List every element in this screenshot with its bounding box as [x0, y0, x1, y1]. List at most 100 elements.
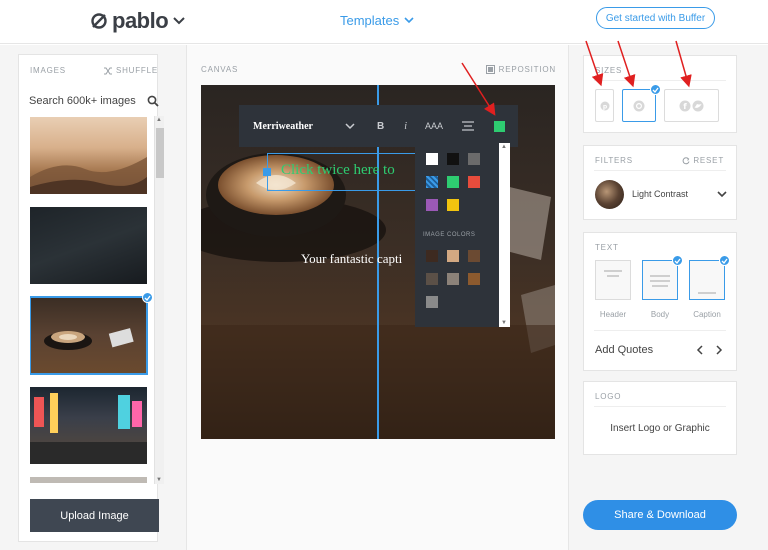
image-thumbnail-selected[interactable]	[30, 292, 152, 375]
svg-text:p: p	[603, 104, 608, 111]
size-pinterest-button[interactable]: p	[595, 89, 614, 122]
image-color-swatch[interactable]	[468, 273, 480, 285]
text-caption-card[interactable]	[689, 255, 730, 300]
text-body-label: Body	[650, 310, 670, 319]
color-palette-dropdown: IMAGE COLORS ▲ ▼	[415, 143, 510, 327]
facebook-twitter-icon: f	[679, 100, 704, 112]
color-swatch-green[interactable]	[447, 176, 459, 188]
resize-handle[interactable]	[263, 168, 271, 176]
color-swatch-gray[interactable]	[468, 153, 480, 165]
text-size-button[interactable]: AAA	[425, 121, 443, 131]
color-swatch-purple[interactable]	[426, 199, 438, 211]
scroll-up-icon[interactable]: ▲	[501, 144, 507, 150]
filter-name: Light Contrast	[632, 189, 689, 199]
settings-panel: SIZES p f FILTERS RESET Light Contrast T…	[583, 45, 738, 550]
selected-check-icon	[650, 84, 661, 95]
sizes-title: SIZES	[595, 66, 623, 75]
add-quotes-button[interactable]: Add Quotes	[595, 344, 653, 356]
divider	[594, 330, 726, 331]
share-download-button[interactable]: Share & Download	[583, 500, 737, 530]
city-thumbnail-art	[30, 393, 147, 464]
headline-text[interactable]: Click twice here to	[281, 162, 395, 179]
size-instagram-button[interactable]	[622, 84, 661, 122]
scrollbar-thumb[interactable]	[156, 128, 164, 178]
svg-text:f: f	[683, 102, 687, 111]
get-started-buffer-button[interactable]: Get started with Buffer	[596, 7, 715, 29]
text-color-swatch[interactable]	[494, 120, 506, 132]
text-header-label: Header	[599, 310, 627, 319]
image-thumbnail[interactable]	[30, 387, 147, 464]
templates-label: Templates	[340, 13, 400, 28]
pablo-logo-icon	[91, 13, 107, 29]
chevron-right-icon[interactable]	[715, 345, 723, 355]
shuffle-button[interactable]: SHUFFLE	[103, 66, 158, 75]
search-input[interactable]: Search 600k+ images	[29, 91, 159, 111]
templates-menu[interactable]: Templates	[340, 13, 414, 28]
divider	[594, 406, 726, 407]
filter-selector[interactable]: Light Contrast	[595, 179, 727, 209]
canvas-title: CANVAS	[201, 65, 239, 74]
reposition-button[interactable]: REPOSITION	[485, 65, 556, 74]
filters-card: FILTERS RESET Light Contrast	[583, 145, 737, 220]
thumbnail-scrollbar[interactable]: ▲ ▼	[154, 116, 164, 484]
search-placeholder: Search 600k+ images	[29, 95, 136, 107]
size-facebook-twitter-button[interactable]: f	[664, 89, 719, 122]
search-icon[interactable]	[147, 95, 159, 107]
selected-check-icon	[142, 292, 152, 303]
font-selector[interactable]: Merriweather	[253, 121, 345, 132]
text-header-card[interactable]	[595, 260, 631, 300]
image-thumbnail-list	[30, 117, 152, 483]
color-swatch-black[interactable]	[447, 153, 459, 165]
scroll-down-icon[interactable]: ▼	[156, 477, 162, 483]
mountain-silhouette	[30, 157, 147, 194]
logo-title: LOGO	[595, 392, 622, 401]
workspace: IMAGES SHUFFLE Search 600k+ images ▲ ▼ U…	[0, 45, 768, 550]
design-canvas[interactable]: Merriweather B i AAA Click twice here to	[201, 85, 555, 439]
image-color-swatch[interactable]	[447, 273, 459, 285]
images-title: IMAGES	[30, 66, 66, 75]
image-color-swatch[interactable]	[447, 250, 459, 262]
caption-text[interactable]: Your fantastic capti	[301, 251, 402, 267]
shuffle-label: SHUFFLE	[115, 66, 158, 75]
color-swatch-red[interactable]	[468, 176, 480, 188]
chevron-down-icon[interactable]	[345, 122, 355, 130]
palette-scrollbar[interactable]: ▲ ▼	[499, 143, 510, 327]
align-center-icon[interactable]	[462, 121, 475, 131]
coffee-thumbnail-art	[44, 328, 134, 350]
reset-filter-button[interactable]: RESET	[682, 156, 724, 165]
text-body-card[interactable]	[642, 255, 683, 300]
image-thumbnail[interactable]	[30, 117, 147, 194]
image-colors-label: IMAGE COLORS	[423, 232, 476, 238]
scroll-down-icon[interactable]: ▼	[501, 320, 507, 326]
logo-text: pablo	[112, 8, 169, 33]
color-swatch-yellow[interactable]	[447, 199, 459, 211]
upload-image-button[interactable]: Upload Image	[30, 499, 159, 532]
scroll-up-icon[interactable]: ▲	[156, 117, 162, 123]
image-thumbnail[interactable]	[30, 207, 147, 284]
color-swatch-pattern[interactable]	[426, 176, 438, 188]
top-bar: pablo Templates Get started with Buffer	[0, 0, 768, 44]
image-color-swatch[interactable]	[468, 250, 480, 262]
text-title: TEXT	[595, 243, 619, 252]
text-caption-label: Caption	[693, 310, 721, 319]
reposition-icon	[485, 65, 495, 74]
bold-button[interactable]: B	[377, 121, 384, 132]
images-panel: IMAGES SHUFFLE Search 600k+ images ▲ ▼ U…	[18, 54, 164, 542]
image-thumbnail[interactable]	[30, 477, 147, 483]
headline-text-box[interactable]: Click twice here to	[263, 153, 419, 191]
chevron-down-icon	[173, 17, 185, 25]
selected-check-icon	[719, 255, 730, 266]
divider	[594, 80, 726, 81]
canvas-header: CANVAS REPOSITION	[201, 65, 556, 74]
color-swatch-white[interactable]	[426, 153, 438, 165]
filters-title: FILTERS	[595, 156, 633, 165]
image-color-swatch[interactable]	[426, 250, 438, 262]
image-color-swatch[interactable]	[426, 273, 438, 285]
shuffle-icon	[103, 67, 112, 74]
italic-button[interactable]: i	[404, 121, 407, 132]
insert-logo-button[interactable]: Insert Logo or Graphic	[584, 423, 736, 434]
chevron-down-icon	[404, 17, 414, 24]
chevron-left-icon[interactable]	[696, 345, 704, 355]
pablo-logo[interactable]: pablo	[90, 8, 186, 34]
image-color-swatch[interactable]	[426, 296, 438, 308]
